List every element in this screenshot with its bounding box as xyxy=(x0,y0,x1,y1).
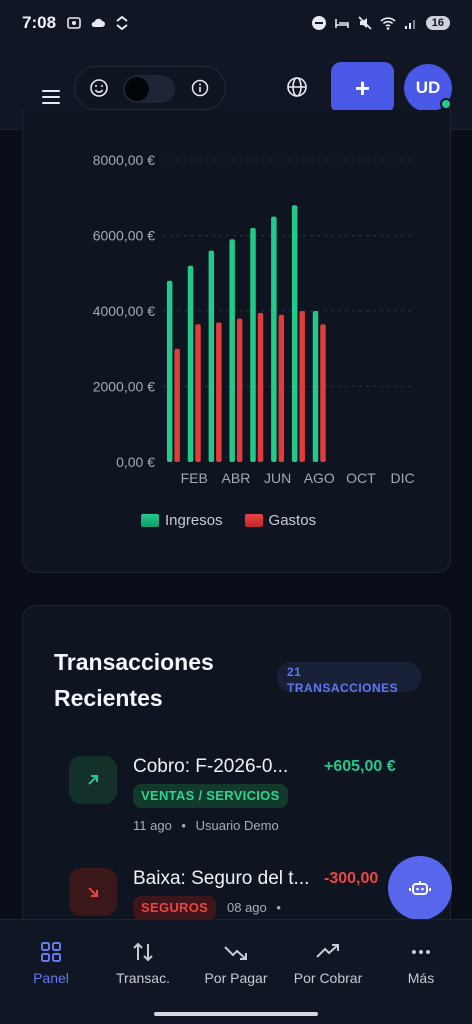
info-icon[interactable] xyxy=(191,79,209,97)
globe-icon[interactable] xyxy=(286,76,308,98)
arrow-up-right-icon xyxy=(69,756,117,804)
signal-icon xyxy=(404,20,415,29)
nav-label-por-pagar: Por Pagar xyxy=(204,970,268,986)
bar-ingresos-mar[interactable] xyxy=(208,250,215,462)
bar-ingresos-ago[interactable] xyxy=(312,311,319,462)
toggle-knob xyxy=(125,77,149,101)
legend-label-ingresos: Ingresos xyxy=(165,512,223,529)
legend-swatch-ingresos xyxy=(141,514,159,527)
legend-item-ingresos[interactable]: Ingresos xyxy=(141,512,223,529)
legend-item-gastos[interactable]: Gastos xyxy=(244,512,317,529)
legend-label-gastos: Gastos xyxy=(268,512,317,529)
x-tick-label: AGO xyxy=(304,470,335,486)
theme-control-pill xyxy=(74,66,226,110)
menu-icon[interactable] xyxy=(42,90,60,104)
screenshot-icon xyxy=(67,17,81,29)
transaction-meta: 11 ago • Usuario Demo xyxy=(133,818,279,833)
transaction-user: Usuario Demo xyxy=(195,818,279,833)
nav-label-panel: Panel xyxy=(33,970,69,986)
assistant-fab-button[interactable] xyxy=(388,856,452,920)
nav-item-transac[interactable]: Transac. xyxy=(97,940,189,986)
avatar-initials: UD xyxy=(415,78,441,97)
y-tick-label: 0,00 € xyxy=(116,454,155,470)
nav-item-panel[interactable]: Panel xyxy=(5,940,97,986)
cloud-icon xyxy=(91,18,106,27)
nav-label-mas: Más xyxy=(407,970,435,986)
transaction-name: Cobro: F-2026-0... xyxy=(133,756,289,777)
x-tick-label: JUN xyxy=(264,470,291,486)
transaction-category-badge: SEGUROS xyxy=(133,896,217,920)
bar-gastos-feb[interactable] xyxy=(195,324,201,462)
status-time: 7:08 xyxy=(22,13,57,32)
x-tick-label: OCT xyxy=(346,470,376,486)
online-status-dot xyxy=(440,98,452,110)
status-bar: 7:08 16 xyxy=(0,0,472,46)
transaction-category-badge: VENTAS / SERVICIOS xyxy=(133,784,288,808)
nav-item-por-pagar[interactable]: Por Pagar xyxy=(190,940,282,986)
income-expense-bar-chart: 8000,00 € 6000,00 € 4000,00 € 2000,00 € 0,00… xyxy=(93,152,415,486)
trending-up-icon xyxy=(316,944,339,958)
income-expense-chart-card: 8000,00 € 6000,00 € 4000,00 € 2000,00 € 0,00… xyxy=(22,110,451,573)
y-tick-label: 4000,00 € xyxy=(93,303,155,319)
bar-gastos-mar[interactable] xyxy=(216,322,222,462)
transaction-date: 11 ago xyxy=(133,818,172,833)
bar-ingresos-jul[interactable] xyxy=(291,205,298,463)
transaction-date: 08 ago xyxy=(227,900,267,915)
transactions-count-badge: 21 TRANSACCIONES xyxy=(277,662,421,695)
recent-transactions-title: Transacciones Recientes xyxy=(54,649,214,711)
smiley-icon[interactable] xyxy=(89,78,109,98)
chart-legend: Ingresos Gastos xyxy=(141,512,316,529)
dashboard-icon xyxy=(41,942,61,962)
x-tick-label: ABR xyxy=(222,470,251,486)
bottom-navigation: Panel Transac. Por Pagar Por Cobrar Más xyxy=(0,919,472,1024)
legend-swatch-gastos xyxy=(244,514,263,527)
avatar[interactable]: UD xyxy=(404,64,452,112)
bar-ingresos-ene[interactable] xyxy=(166,280,173,462)
bar-gastos-may[interactable] xyxy=(257,312,264,462)
wifi-icon xyxy=(380,17,396,30)
battery-indicator: 16 xyxy=(425,16,450,30)
x-tick-label: FEB xyxy=(181,470,208,486)
dark-mode-toggle[interactable] xyxy=(123,75,175,103)
bar-ingresos-abr[interactable] xyxy=(229,239,235,462)
bar-gastos-jun[interactable] xyxy=(278,314,285,462)
arrow-down-right-icon xyxy=(69,868,117,916)
do-not-disturb-icon xyxy=(311,16,326,30)
transaction-meta: 08 ago • xyxy=(227,900,281,915)
mute-icon xyxy=(358,16,372,30)
bar-ingresos-feb[interactable] xyxy=(187,265,194,462)
bed-icon xyxy=(334,19,349,28)
transaction-amount: -300,00 xyxy=(324,870,379,887)
x-tick-label: DIC xyxy=(391,470,415,486)
bar-gastos-ene[interactable] xyxy=(174,348,180,462)
nav-label-transac: Transac. xyxy=(116,970,170,986)
transaction-amount: +605,00 € xyxy=(324,758,396,775)
y-tick-label: 8000,00 € xyxy=(93,152,155,168)
swap-vertical-icon xyxy=(133,942,153,962)
nav-item-mas[interactable]: Más xyxy=(375,940,467,986)
home-indicator xyxy=(154,1012,318,1016)
bar-gastos-jul[interactable] xyxy=(299,311,305,462)
add-button[interactable]: + xyxy=(331,62,394,114)
sync-icon xyxy=(116,15,128,31)
transaction-name: Baixa: Seguro del t... xyxy=(133,868,310,889)
y-tick-label: 6000,00 € xyxy=(93,228,155,244)
nav-label-por-cobrar: Por Cobrar xyxy=(293,970,363,986)
trending-down-icon xyxy=(224,946,247,960)
robot-icon xyxy=(409,881,431,895)
app-screen: 7:08 16 + UD 8000,00 €6000,00 € 4000,00 … xyxy=(0,0,472,1024)
bar-gastos-abr[interactable] xyxy=(236,318,243,462)
y-tick-label: 2000,00 € xyxy=(93,379,155,395)
bar-ingresos-may[interactable] xyxy=(250,227,256,462)
bar-gastos-ago[interactable] xyxy=(320,324,326,462)
more-dots-icon xyxy=(412,950,430,954)
nav-item-por-cobrar[interactable]: Por Cobrar xyxy=(282,940,374,986)
bar-ingresos-jun[interactable] xyxy=(271,216,277,462)
